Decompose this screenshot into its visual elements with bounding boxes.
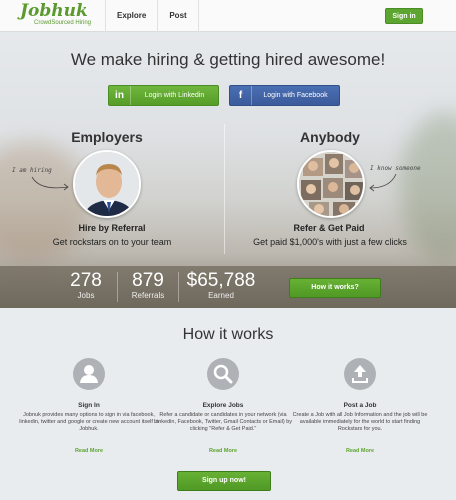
jobhuk-logo[interactable]: Jobhuk CrowdSourced Hiring — [20, 3, 91, 27]
how-it-works-button[interactable]: How it works? — [289, 278, 381, 298]
main-nav: Explore Post — [105, 0, 199, 32]
stats-bar: 278 Jobs 879 Referrals $65,788 Earned — [0, 266, 456, 308]
stat-earned-label: Earned — [208, 291, 234, 300]
login-facebook-button[interactable]: f Login with Facebook — [229, 85, 340, 106]
anybody-title: Anybody — [300, 129, 360, 145]
stat-referrals: 879 Referrals — [122, 270, 174, 301]
stat-jobs-label: Jobs — [77, 291, 95, 300]
step-signin-read-more[interactable]: Read More — [24, 448, 154, 454]
stat-referrals-label: Referrals — [131, 291, 165, 300]
step-post-title: Post a Job — [343, 402, 377, 409]
anybody-subtitle: Refer & Get Paid — [293, 223, 365, 233]
stat-earned: $65,788 Earned — [180, 270, 262, 301]
logo-tagline: CrowdSourced Hiring — [34, 20, 92, 26]
top-header: Jobhuk CrowdSourced Hiring Explore Post … — [0, 0, 456, 32]
sign-in-button[interactable]: Sign in — [385, 8, 423, 24]
stat-divider — [178, 272, 179, 302]
employer-avatar — [73, 150, 141, 218]
employers-title: Employers — [71, 129, 143, 145]
step-signin-description: Jobnuk provides many options to sign in … — [19, 412, 159, 432]
step-post-read-more[interactable]: Read More — [295, 448, 425, 454]
nav-explore[interactable]: Explore — [105, 0, 157, 32]
hero-title: We make hiring & getting hired awesome! — [70, 50, 386, 69]
arrow-icon — [369, 173, 397, 192]
logo-text: Jobhuk — [20, 1, 88, 21]
sign-up-button[interactable]: Sign up now! — [177, 471, 271, 491]
step-explore-title: Explore Jobs — [202, 402, 244, 409]
facebook-label: Login with Facebook — [263, 92, 328, 99]
facebook-icon: f — [230, 86, 252, 105]
login-linkedin-button[interactable]: in Login with Linkedin — [108, 85, 219, 106]
linkedin-icon: in — [109, 86, 131, 105]
stat-referrals-value: 879 — [132, 270, 164, 291]
step-explore-description: Refer a candidate or candidates in your … — [153, 412, 293, 432]
anybody-avatar-collage — [297, 150, 365, 218]
employers-description: Get rockstars on to your team — [52, 237, 172, 247]
arrow-icon — [31, 176, 69, 191]
stat-jobs: 278 Jobs — [60, 270, 112, 301]
search-icon — [207, 358, 239, 390]
upload-icon — [344, 358, 376, 390]
step-signin-title: Sign In — [78, 402, 100, 409]
linkedin-label: Login with Linkedin — [144, 92, 205, 99]
how-it-works-title: How it works — [182, 326, 274, 343]
column-divider — [224, 124, 225, 254]
step-post-description: Create a Job with all Job Information an… — [292, 412, 428, 432]
stat-earned-value: $65,788 — [186, 270, 256, 291]
anybody-handwritten-note: I know someone — [370, 165, 421, 172]
nav-post[interactable]: Post — [157, 0, 199, 32]
stat-jobs-value: 278 — [70, 270, 102, 291]
employers-subtitle: Hire by Referral — [78, 223, 146, 233]
anybody-description: Get paid $1,000's with just a few clicks — [253, 237, 407, 247]
user-icon — [73, 358, 105, 390]
employers-handwritten-note: I am hiring — [12, 167, 52, 174]
step-explore-read-more[interactable]: Read More — [158, 448, 288, 454]
stat-divider — [117, 272, 118, 302]
